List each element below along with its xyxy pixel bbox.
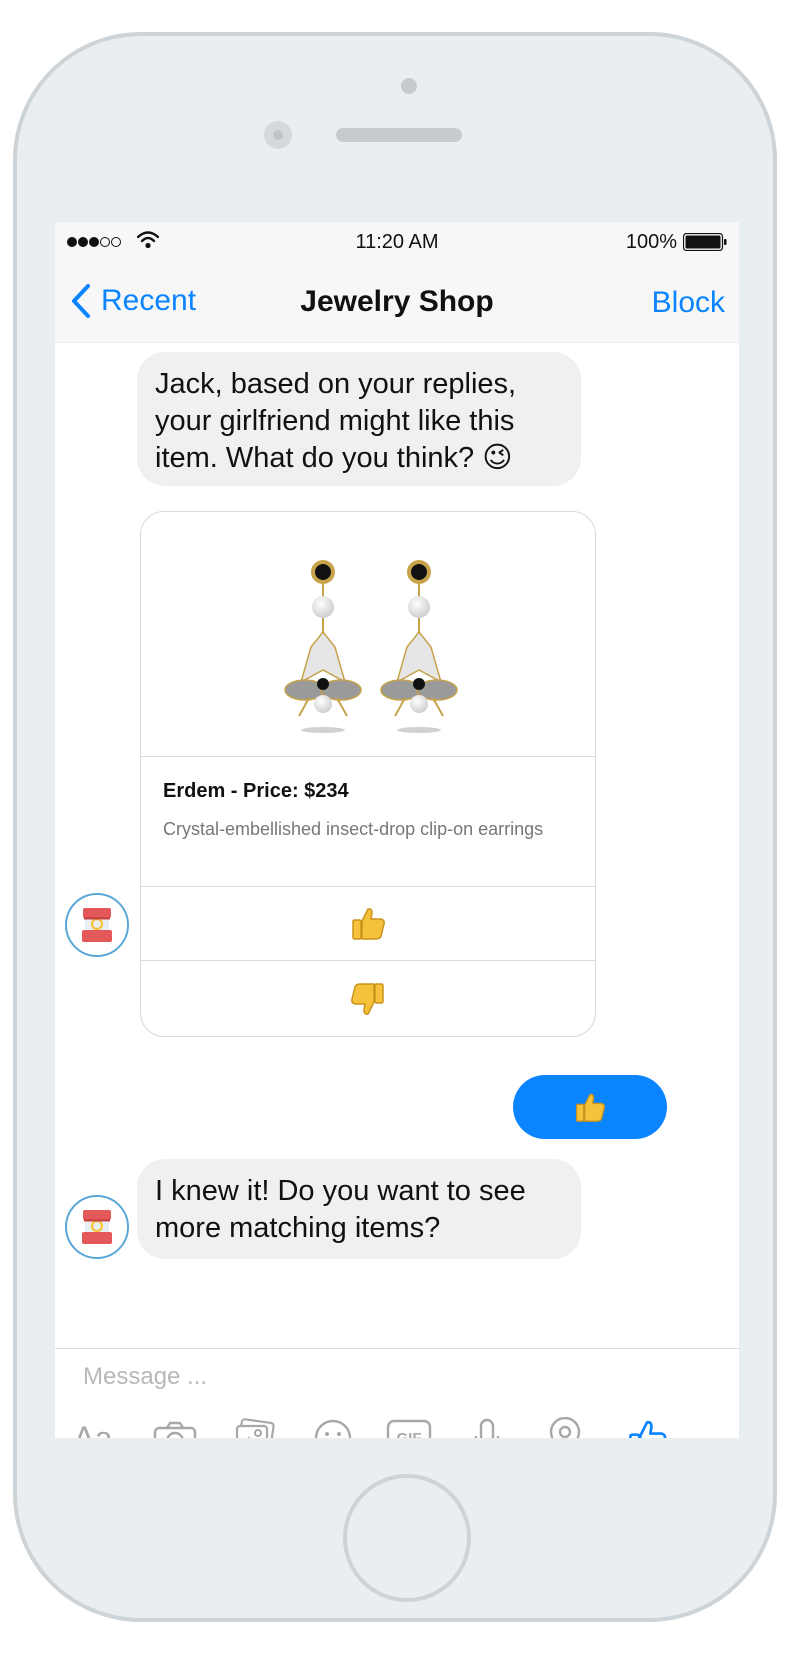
battery-icon: [683, 233, 727, 251]
thumbs-down-button[interactable]: [141, 960, 595, 1036]
home-button[interactable]: [343, 1474, 471, 1602]
bot-message-bubble: Jack, based on your replies, your girlfr…: [137, 352, 581, 486]
camera-icon[interactable]: [149, 1412, 201, 1438]
gallery-icon[interactable]: [229, 1412, 281, 1438]
gif-icon[interactable]: GIF: [383, 1412, 435, 1438]
gif-label: GIF: [396, 1429, 422, 1439]
thumbs-down-icon: [351, 982, 384, 1015]
front-sensor: [401, 78, 417, 94]
thumbs-up-icon: [576, 1093, 606, 1122]
front-camera: [264, 121, 292, 149]
message-input[interactable]: Message ...: [83, 1363, 207, 1391]
emoji-icon[interactable]: [307, 1412, 359, 1438]
product-title: Erdem - Price: $234: [163, 780, 349, 802]
microphone-icon[interactable]: [461, 1412, 513, 1438]
bot-message-bubble: I knew it! Do you want to see more match…: [137, 1159, 581, 1259]
status-bar: 11:20 AM 100%: [55, 222, 739, 262]
product-card: Erdem - Price: $234 Crystal-embellished …: [140, 511, 596, 1037]
earpiece-speaker: [336, 128, 462, 142]
user-reply-bubble: [513, 1075, 667, 1139]
product-image[interactable]: [141, 512, 595, 757]
navigation-bar: Recent Jewelry Shop Block: [55, 262, 739, 343]
message-list[interactable]: Jack, based on your replies, your girlfr…: [55, 343, 739, 1348]
thumbs-up-icon: [352, 907, 385, 940]
composer-toolbar: Aa GIF: [55, 1412, 739, 1438]
battery-percent: 100%: [625, 231, 677, 253]
like-icon[interactable]: [621, 1412, 673, 1438]
screen: 11:20 AM 100% Recent Jewelry Shop Block …: [55, 222, 739, 1438]
block-button[interactable]: Block: [652, 286, 725, 320]
ring-box-icon: [82, 1210, 112, 1244]
ring-box-icon: [82, 908, 112, 942]
location-icon[interactable]: [539, 1412, 591, 1438]
conversation-title: Jewelry Shop: [300, 285, 494, 318]
earrings-image: [284, 560, 458, 733]
bot-avatar[interactable]: [65, 893, 129, 957]
bot-avatar[interactable]: [65, 1195, 129, 1259]
thumbs-up-button[interactable]: [141, 886, 595, 958]
text-style-label: Aa: [73, 1419, 113, 1439]
product-description: Crystal-embellished insect-drop clip-on …: [163, 819, 544, 839]
text-style-icon[interactable]: Aa: [67, 1412, 119, 1439]
